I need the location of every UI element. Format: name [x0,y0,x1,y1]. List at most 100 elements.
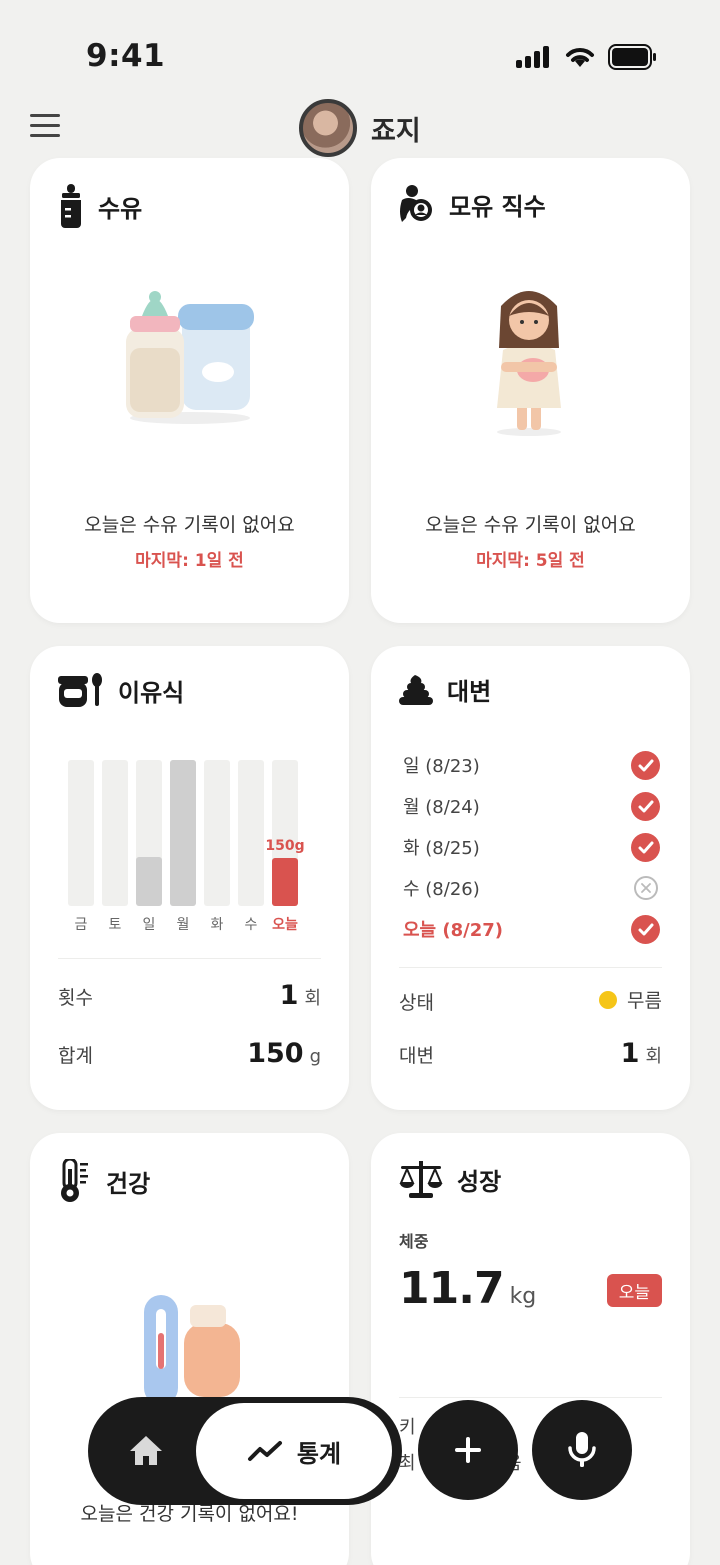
stool-day-row: 월 (8/24) [403,791,660,821]
chart-bar-track [102,760,128,906]
baby-food-jar-icon [58,673,102,707]
chart-tick-label: 월 [176,917,190,933]
stool-day-label: 일 (8/23) [403,756,480,777]
stool-count-unit: 회 [645,1046,662,1067]
status-value: 무름 [627,990,662,1012]
nav-stats-label: 통계 [296,1439,342,1468]
chart-tick-label: 수 [244,917,258,933]
weight-label: 체중 [399,1232,429,1251]
stool-count-row: 대변 1회 [399,1038,662,1069]
chart-bar [136,857,162,906]
chart-bar-track: 150g [265,760,305,906]
today-badge: 오늘 [606,1274,662,1307]
stool-count-label: 대변 [399,1045,434,1067]
stool-card[interactable]: 대변 일 (8/23) 월 (8/24) 화 (8/25) 수 (8/26) 오늘 (8… [371,646,690,1110]
count-label: 횟수 [58,987,93,1009]
chart-bar-track [136,760,162,906]
weight-value: 11.7 [399,1263,505,1314]
status-dot [599,990,618,1009]
weight-unit: kg [509,1284,537,1309]
scale-icon [399,1161,443,1198]
trend-icon [247,1441,282,1461]
thermometer-icon [61,1159,88,1202]
baby-food-card[interactable]: 이유식 150g 금 토 일 월 화 수 오늘 횟수 1회 합계 150 g [30,646,349,1110]
feeding-last-text: 마지막: 1일 전 [135,551,244,571]
chart-data-label: 150g [265,838,305,854]
menu-icon [30,114,60,117]
battery-icon [608,44,656,70]
baby-food-count-row: 횟수 1회 [58,980,321,1011]
add-button[interactable] [418,1400,518,1500]
baby-food-total-row: 합계 150 g [58,1038,321,1069]
wifi-icon [566,48,594,67]
status-bar: 9:41 [0,0,720,110]
voice-button[interactable] [532,1400,632,1500]
check-icon [631,832,660,862]
plus-icon [455,1437,481,1463]
poop-icon [399,674,433,705]
menu-button[interactable] [30,114,68,144]
x-circle-icon [634,876,658,900]
chart-tick-label: 금 [74,917,88,933]
microphone-icon [568,1432,596,1467]
breastfeeding-icon [400,185,432,222]
baby-food-title: 이유식 [118,678,185,707]
check-icon [631,750,660,780]
chart-bar-track [68,760,94,906]
baby-food-chart: 150g [68,760,305,906]
divider [399,967,662,968]
divider [58,958,321,959]
status-time: 9:41 [86,38,166,74]
profile-name: 죠지 [371,115,421,147]
profile-selector[interactable]: 죠지 [299,99,421,157]
check-icon [631,914,660,944]
feeding-title: 수유 [98,194,143,223]
avatar [299,99,357,157]
stool-day-label: 수 (8/26) [403,879,480,900]
status-label: 상태 [399,991,434,1014]
chart-bar-track [238,760,264,906]
total-label: 합계 [58,1045,93,1067]
stool-day-label: 화 (8/25) [403,838,480,859]
breastfeeding-title: 모유 직수 [449,192,546,221]
nav-stats-button[interactable]: 통계 [196,1403,392,1499]
health-title: 건강 [106,1169,151,1198]
bottle-illustration [126,291,254,424]
baby-food-chart-labels: 금 토 일 월 화 수 오늘 [68,914,304,934]
thermometer-illustration [144,1295,240,1405]
breastfeeding-last-text: 마지막: 5일 전 [476,551,585,571]
breastfeeding-card[interactable]: 모유 직수 오늘은 수유 기록이 없어요 마지막: 5일 전 [371,158,690,623]
count-value: 1 [279,980,299,1011]
nav-home-button[interactable] [126,1431,166,1471]
count-unit: 회 [304,988,321,1009]
baby-bottle-icon [61,184,81,228]
chart-tick-label: 토 [108,917,122,933]
total-unit: g [309,1046,321,1067]
feeding-card[interactable]: 수유 오늘은 수유 기록이 없어요 마지막: 1일 전 [30,158,349,623]
height-label: 키 [399,1417,416,1438]
stool-title: 대변 [447,678,492,706]
weight-value-row: 11.7 kg [399,1263,536,1314]
stool-day-row: 수 (8/26) [403,873,660,903]
chart-bar-track [170,760,196,906]
stool-day-row: 오늘 (8/27) [403,914,660,944]
breastfeeding-empty-text: 오늘은 수유 기록이 없어요 [425,514,636,536]
stool-day-label: 월 (8/24) [403,797,480,818]
growth-card[interactable]: 성장 체중 11.7kg 오늘 키 최 음 [371,1133,690,1565]
chart-tick-label: 일 [142,917,156,933]
chart-tick-label: 오늘 [272,917,298,933]
top-bar: 죠지 [0,96,720,160]
stool-count-value: 1 [620,1038,640,1069]
status-icons [516,44,658,70]
total-value: 150 [247,1038,304,1069]
check-icon [631,791,660,821]
chart-bar-track [204,760,230,906]
stool-day-row: 화 (8/25) [403,832,660,862]
signal-icon [516,46,549,68]
divider [399,1397,662,1398]
feeding-empty-text: 오늘은 수유 기록이 없어요 [84,514,295,536]
stool-status-row: 상태 무름 [399,986,662,1015]
chart-tick-label: 화 [210,917,224,933]
home-icon [130,1436,162,1465]
chart-bar [170,760,196,906]
